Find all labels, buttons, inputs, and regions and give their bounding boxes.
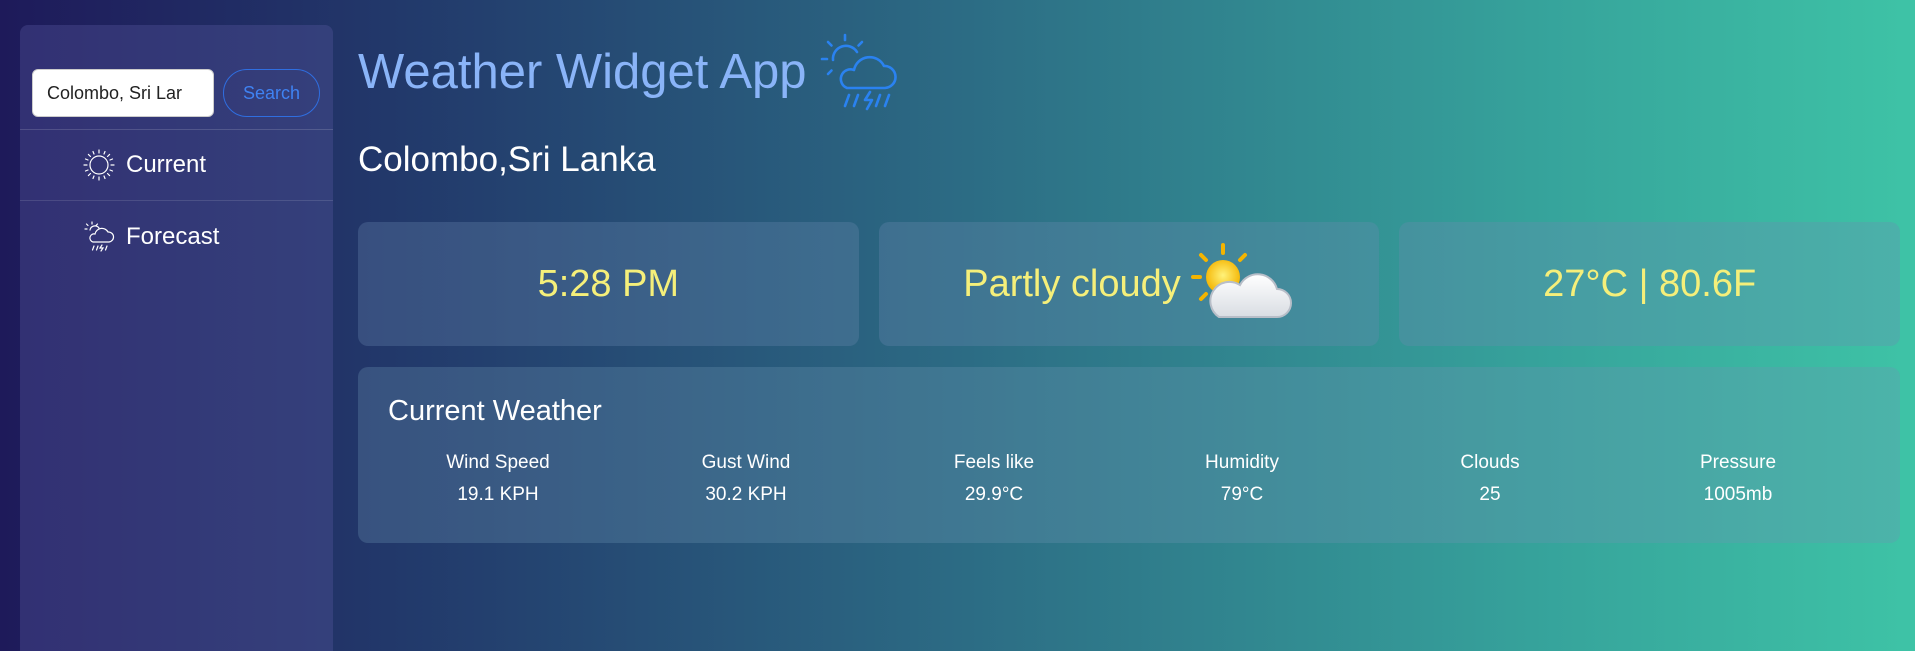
condition-text: Partly cloudy [963,262,1181,305]
metric-humidity: Humidity 79°C [1132,452,1352,506]
metric-feels-like: Feels like 29.9°C [884,452,1104,506]
sun-icon [82,148,116,182]
cloud-sun-rain-icon [819,30,903,114]
metric-label: Humidity [1205,452,1279,473]
search-button[interactable]: Search [223,69,320,117]
summary-cards: 5:28 PM Partly cloudy 27°C | 80.6F [358,222,1901,346]
metric-label: Wind Speed [446,452,550,473]
metric-value: 29.9°C [964,484,1024,505]
metric-clouds: Clouds 25 [1380,452,1600,506]
app-title-text: Weather Widget App [358,45,807,99]
sidebar-item-current[interactable]: Current [20,130,333,201]
metric-label: Clouds [1460,452,1520,473]
sidebar: Search Current [20,25,333,651]
metric-value: 30.2 KPH [705,484,787,505]
page-title: Weather Widget App [358,30,903,114]
temperature-card: 27°C | 80.6F [1399,222,1901,346]
metric-label: Pressure [1699,452,1777,473]
sidebar-item-forecast[interactable]: Forecast [20,201,333,272]
metric-value: 25 [1479,484,1501,505]
condition-card: Partly cloudy [878,222,1380,346]
metric-label: Gust Wind [701,452,791,473]
metrics-row: Wind Speed 19.1 KPH Gust Wind 30.2 KPH F… [388,452,1870,506]
time-card: 5:28 PM [358,222,859,346]
current-weather-panel: Current Weather Wind Speed 19.1 KPH Gust… [358,367,1900,543]
sidebar-item-label: Forecast [126,222,220,250]
metric-wind-speed: Wind Speed 19.1 KPH [388,452,608,506]
search-input[interactable] [32,69,214,117]
search-bar: Search [20,25,333,130]
sidebar-item-label: Current [126,151,207,178]
metric-label: Feels like [953,452,1035,473]
metric-value: 19.1 KPH [457,484,539,505]
section-title: Current Weather [388,395,602,427]
cloud-sun-rain-icon [82,220,116,254]
metric-value: 79°C [1220,484,1264,505]
metric-gust-wind: Gust Wind 30.2 KPH [636,452,856,506]
temperature-value: 27°C | 80.6F [1543,262,1757,305]
location-name: Colombo,Sri Lanka [358,140,656,179]
metric-value: 1005mb [1703,484,1773,505]
metric-pressure: Pressure 1005mb [1628,452,1848,506]
partly-cloudy-icon [1185,239,1295,329]
local-time: 5:28 PM [537,262,680,305]
